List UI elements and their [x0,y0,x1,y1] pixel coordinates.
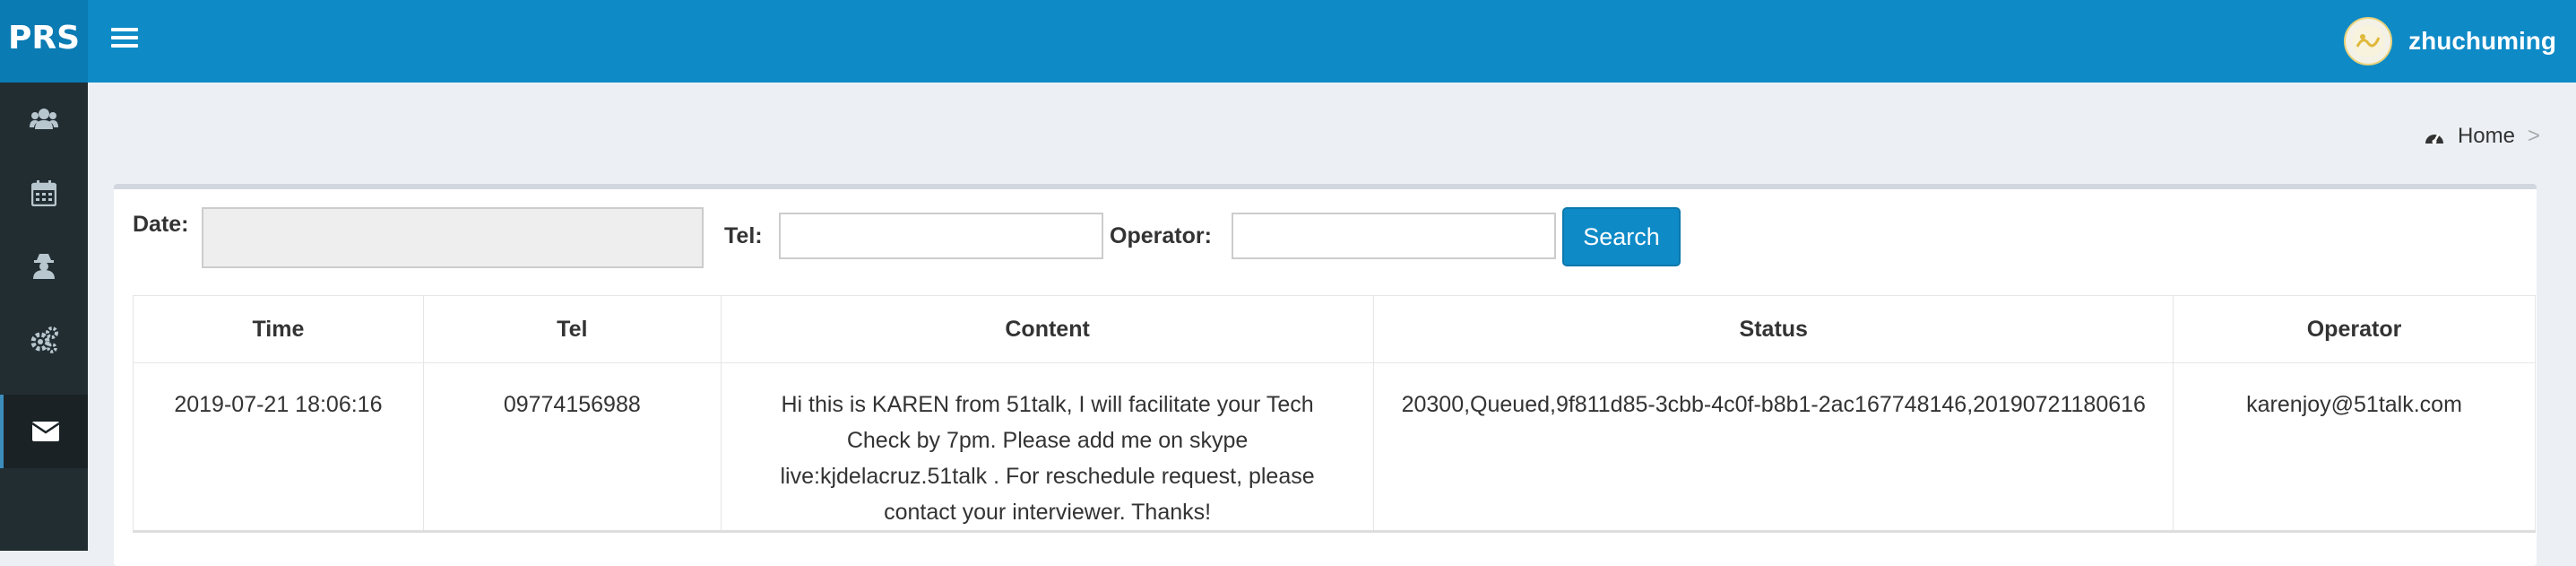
breadcrumb-home-link[interactable]: Home [2458,124,2515,149]
operator-label: Operator: [1110,223,1212,248]
tel-input[interactable] [779,213,1103,259]
breadcrumb: Home > [2424,124,2540,149]
menu-toggle-icon[interactable] [111,23,138,56]
column-header-content: Content [720,295,1375,363]
date-label: Date: [133,212,189,237]
cell-time: 2019-07-21 18:06:16 [133,362,424,532]
cell-operator: karenjoy@51talk.com [2173,362,2536,532]
column-header-tel: Tel [422,295,722,363]
sidebar-item-settings[interactable] [0,303,88,377]
breadcrumb-separator: > [2527,124,2540,148]
sidebar-item-users[interactable] [0,83,88,156]
avatar [2344,17,2393,65]
column-header-status: Status [1373,295,2174,363]
operator-input[interactable] [1232,213,1556,259]
username: zhuchuming [2408,27,2556,55]
sidebar-item-messages[interactable] [0,395,88,468]
envelope-icon [32,422,59,441]
sidebar [0,83,88,551]
tel-label: Tel: [724,223,763,248]
user-secret-icon [33,254,55,279]
dashboard-icon [2425,133,2443,144]
users-icon [30,109,58,129]
sidebar-item-calendar[interactable] [0,156,88,230]
sidebar-item-user-secret[interactable] [0,230,88,303]
table-header-row: Time Tel Content Status Operator [133,295,2536,363]
column-header-time: Time [133,295,424,363]
sms-log-table: Time Tel Content Status Operator 2019-07… [133,295,2536,533]
table-row: 2019-07-21 18:06:16 09774156988 Hi this … [133,362,2536,532]
column-header-operator: Operator [2173,295,2536,363]
search-button[interactable]: Search [1562,207,1681,266]
date-input[interactable] [202,207,704,268]
top-navbar: PRS zhuchuming [0,0,2576,83]
gears-icon [30,327,58,353]
cell-content: Hi this is KAREN from 51talk, I will fac… [720,362,1375,532]
cell-tel: 09774156988 [422,362,722,532]
calendar-icon [31,180,56,206]
cell-status: 20300,Queued,9f811d85-3cbb-4c0f-b8b1-2ac… [1373,362,2174,532]
app-logo[interactable]: PRS [0,0,88,83]
user-menu[interactable]: zhuchuming [2344,0,2576,83]
